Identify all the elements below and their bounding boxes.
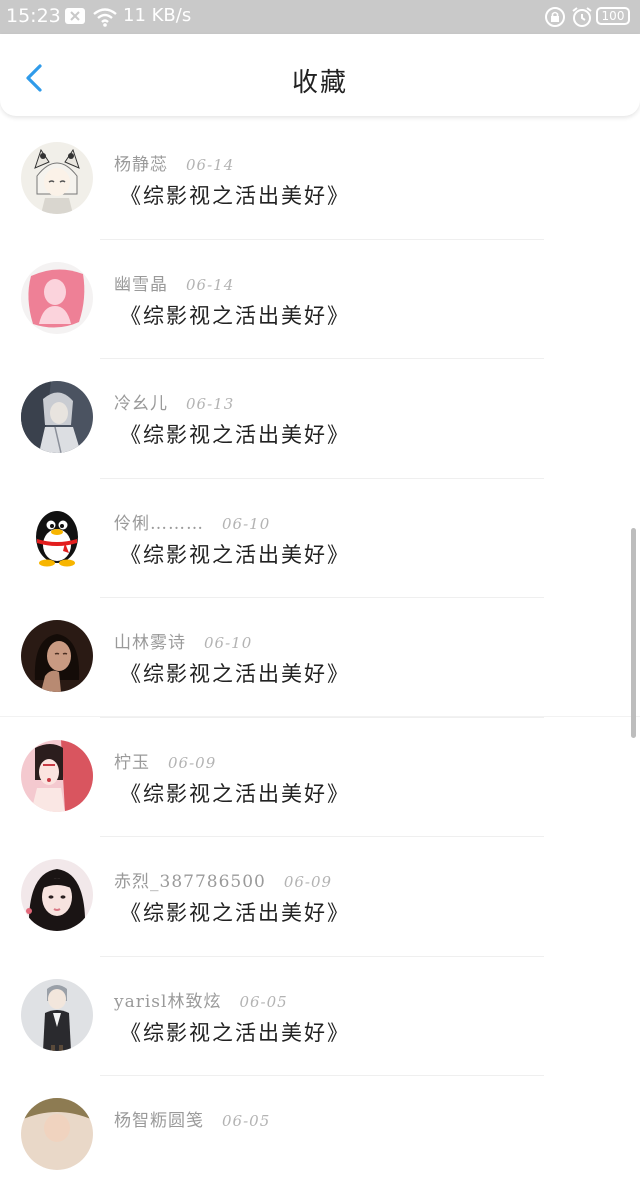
item-author: 山林雾诗 06-10 bbox=[114, 628, 252, 653]
avatar[interactable] bbox=[21, 859, 93, 931]
list-item[interactable]: 柠玉 06-09 《综影视之活出美好》 bbox=[0, 718, 640, 837]
divider bbox=[0, 716, 640, 717]
author-name: 杨静蕊 bbox=[114, 155, 168, 175]
item-author: 杨智粝圆笺 06-05 bbox=[114, 1106, 270, 1131]
item-date: 06-09 bbox=[283, 873, 333, 891]
page-title: 收藏 bbox=[291, 68, 348, 98]
author-name: 杨智粝圆笺 bbox=[114, 1111, 204, 1131]
status-time: 15:23 bbox=[6, 5, 61, 27]
item-author: 伶俐……… 06-10 bbox=[114, 509, 270, 534]
item-date: 06-05 bbox=[239, 992, 288, 1011]
item-date: 06-05 bbox=[222, 1112, 271, 1130]
author-name: 伶俐……… bbox=[114, 513, 204, 534]
avatar-dark-portrait bbox=[21, 620, 93, 692]
list-item[interactable]: 冷幺儿 06-13 《综影视之活出美好》 bbox=[0, 359, 640, 479]
list-item[interactable]: yarisl林致炫 06-05 《综影视之活出美好》 bbox=[0, 957, 640, 1076]
item-date: 06-14 bbox=[186, 156, 235, 174]
alarm-icon bbox=[571, 6, 593, 33]
avatar-suit-character bbox=[21, 978, 93, 1051]
item-author: 杨静蕊 06-14 bbox=[114, 150, 234, 175]
item-author: 柠玉 06-09 bbox=[114, 748, 216, 773]
book-title[interactable]: 《综影视之活出美好》 bbox=[120, 419, 350, 449]
avatar[interactable] bbox=[21, 261, 93, 334]
list-item[interactable]: 伶俐……… 06-10 《综影视之活出美好》 bbox=[0, 479, 640, 598]
item-author: 幽雪晶 06-14 bbox=[114, 270, 234, 295]
item-date: 06-09 bbox=[168, 753, 217, 772]
book-title[interactable]: 《综影视之活出美好》 bbox=[120, 778, 350, 808]
header-bar: 收藏 bbox=[0, 34, 640, 116]
avatar[interactable] bbox=[21, 500, 93, 573]
author-name: yarisl林致炫 bbox=[114, 991, 222, 1012]
avatar-qq-penguin bbox=[21, 500, 93, 573]
close-box-icon bbox=[65, 8, 85, 24]
favorites-list: 杨静蕊 06-14 《综影视之活出美好》 幽雪晶 06-14 《综影视之活出美好》 bbox=[0, 120, 640, 1196]
avatar-partial-portrait bbox=[21, 1098, 93, 1170]
avatar-girl-portrait bbox=[21, 859, 93, 931]
item-date: 06-13 bbox=[186, 395, 235, 413]
wifi-icon bbox=[92, 7, 118, 32]
avatar[interactable] bbox=[21, 978, 93, 1051]
item-author: 赤烈_387786500 06-09 bbox=[114, 867, 332, 892]
avatar[interactable] bbox=[21, 620, 93, 692]
status-bar: 15:23 11 KB/s 100 bbox=[0, 0, 640, 34]
book-title[interactable]: 《综影视之活出美好》 bbox=[120, 539, 350, 569]
avatar[interactable] bbox=[21, 1098, 93, 1170]
list-item[interactable]: 赤烈_387786500 06-09 《综影视之活出美好》 bbox=[0, 837, 640, 957]
avatar[interactable] bbox=[21, 739, 93, 812]
network-speed: 11 KB/s bbox=[123, 5, 192, 26]
avatar-red-costume-portrait bbox=[21, 739, 93, 812]
item-date: 06-14 bbox=[186, 275, 235, 294]
book-title[interactable]: 《综影视之活出美好》 bbox=[120, 300, 350, 330]
author-name: 冷幺儿 bbox=[114, 394, 168, 414]
author-name: 山林雾诗 bbox=[114, 633, 186, 653]
list-item[interactable]: 杨智粝圆笺 06-05 bbox=[0, 1076, 640, 1196]
item-date: 06-10 bbox=[222, 514, 271, 533]
avatar[interactable] bbox=[21, 142, 93, 214]
battery-icon: 100 bbox=[596, 7, 630, 25]
avatar[interactable] bbox=[21, 381, 93, 453]
avatar-pink-silhouette bbox=[21, 261, 93, 334]
avatar-grey-haired-character bbox=[21, 381, 93, 453]
book-title[interactable]: 《综影视之活出美好》 bbox=[120, 180, 350, 210]
author-name: 幽雪晶 bbox=[114, 274, 168, 295]
list-item[interactable]: 山林雾诗 06-10 《综影视之活出美好》 bbox=[0, 598, 640, 718]
book-title[interactable]: 《综影视之活出美好》 bbox=[120, 897, 350, 927]
scrollbar[interactable] bbox=[631, 528, 636, 738]
avatar-white-haired-cat-eared-girl bbox=[21, 142, 93, 214]
author-name: 柠玉 bbox=[114, 752, 150, 773]
item-author: yarisl林致炫 06-05 bbox=[114, 987, 288, 1012]
book-title[interactable]: 《综影视之活出美好》 bbox=[120, 658, 350, 688]
lock-icon bbox=[545, 6, 565, 33]
author-name: 赤烈_387786500 bbox=[114, 872, 266, 892]
item-author: 冷幺儿 06-13 bbox=[114, 389, 234, 414]
list-item[interactable]: 幽雪晶 06-14 《综影视之活出美好》 bbox=[0, 240, 640, 359]
book-title[interactable]: 《综影视之活出美好》 bbox=[120, 1017, 350, 1047]
list-item[interactable]: 杨静蕊 06-14 《综影视之活出美好》 bbox=[0, 120, 640, 240]
item-date: 06-10 bbox=[204, 634, 253, 652]
